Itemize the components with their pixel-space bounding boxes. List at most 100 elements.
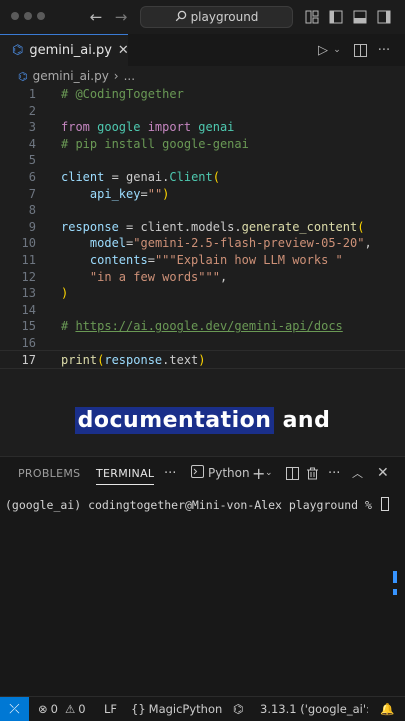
code-line[interactable]: 11 contents="""Explain how LLM works " <box>0 252 405 269</box>
code-line[interactable]: 5 <box>0 152 405 169</box>
close-tab-icon[interactable]: ✕ <box>118 43 129 58</box>
language-mode[interactable]: {} MagicPython <box>131 697 222 721</box>
code-token: https://ai.google.dev/gemini-api/docs <box>75 319 343 334</box>
code-token: = <box>147 253 155 267</box>
error-icon: ⊗ <box>38 702 48 716</box>
trash-icon[interactable] <box>306 463 319 483</box>
tab-gemini-ai-py[interactable]: ⌬ gemini_ai.py ✕ <box>0 34 129 66</box>
line-number: 7 <box>28 186 36 201</box>
line-number: 11 <box>21 253 36 267</box>
code-text: client = genai.Client( <box>61 169 220 186</box>
forward-arrow-icon[interactable]: → <box>111 7 131 27</box>
remote-indicator-icon[interactable]: ⤫ <box>0 697 29 721</box>
code-text: print(response.text) <box>61 352 206 369</box>
code-token: google <box>97 120 148 135</box>
code-line[interactable]: 4 # pip install google-genai <box>0 136 405 153</box>
code-line[interactable]: 7 api_key="") <box>0 186 405 203</box>
window-minimize-dot[interactable] <box>24 12 32 20</box>
code-line[interactable]: 3 from google import genai <box>0 119 405 136</box>
language-label: MagicPython <box>148 702 223 716</box>
code-text: api_key="") <box>61 186 170 203</box>
code-token: ) <box>198 352 206 367</box>
line-number: 2 <box>28 103 36 118</box>
terminal-output[interactable]: (google_ai) codingtogether@Mini-von-Alex… <box>5 497 389 512</box>
new-terminal-icon[interactable]: + <box>252 463 265 483</box>
line-number: 14 <box>21 302 36 317</box>
code-text: # @CodingTogether <box>61 86 184 103</box>
run-options-chevron-icon[interactable]: ⌄ <box>332 40 342 60</box>
toggle-panel-icon[interactable] <box>352 7 368 27</box>
code-token: response <box>104 352 163 367</box>
panel-more-icon[interactable]: ··· <box>164 463 176 483</box>
code-token: """Explain how LLM works " <box>154 253 343 267</box>
caption-highlight: documentation <box>74 407 275 434</box>
line-number: 12 <box>21 269 36 284</box>
breadcrumb-file[interactable]: gemini_ai.py <box>33 69 109 83</box>
code-token: Client <box>169 170 213 184</box>
tab-label: gemini_ai.py <box>29 43 112 58</box>
code-line[interactable]: 8 <box>0 202 405 219</box>
search-text: playground <box>190 10 259 24</box>
code-token: print <box>61 352 98 367</box>
window-zoom-dot[interactable] <box>37 12 45 20</box>
code-line[interactable]: 2 <box>0 103 405 120</box>
code-token: "" <box>147 186 163 201</box>
tab-terminal[interactable]: TERMINAL <box>96 467 155 485</box>
error-count: 0 <box>50 702 58 716</box>
line-number: 3 <box>28 120 36 135</box>
code-text: model="gemini-2.5-flash-preview-05-20", <box>61 235 372 252</box>
notifications-bell-icon[interactable]: 🔔 <box>380 697 394 721</box>
toggle-primary-sidebar-icon[interactable] <box>328 7 344 27</box>
code-line[interactable]: 1 # @CodingTogether <box>0 86 405 103</box>
code-line[interactable]: 17 print(response.text) <box>0 352 405 369</box>
back-arrow-icon[interactable]: ← <box>86 7 106 27</box>
code-token: "gemini-2.5-flash-preview-05-20" <box>133 236 365 251</box>
code-line[interactable]: 16 <box>0 335 405 352</box>
new-terminal-chevron-icon[interactable]: ⌄ <box>265 463 273 483</box>
panel-more-actions-icon[interactable]: ··· <box>328 463 340 483</box>
close-panel-icon[interactable]: ✕ <box>377 463 389 483</box>
code-line[interactable]: 13) <box>0 285 405 302</box>
code-token: genai <box>198 120 235 135</box>
line-number: 4 <box>28 136 36 151</box>
code-token: "in a few words""" <box>61 269 220 284</box>
eol-indicator[interactable]: LF <box>104 697 117 721</box>
code-line[interactable]: 15 # https://ai.google.dev/gemini-api/doc… <box>0 318 405 335</box>
code-token: from <box>61 120 98 135</box>
status-bar: ⤫ ⊗ 0 ⚠ 0 LF {} MagicPython ⌬ 3.13.1 ('g… <box>0 696 405 721</box>
code-text: # https://ai.google.dev/gemini-api/docs <box>61 318 343 335</box>
code-line[interactable]: 12 "in a few words""", <box>0 269 405 286</box>
toggle-secondary-sidebar-icon[interactable] <box>376 7 392 27</box>
code-text: from google import genai <box>61 119 234 136</box>
split-terminal-icon[interactable] <box>286 463 299 483</box>
code-token: .text <box>162 352 199 367</box>
run-python-file-icon[interactable]: ▷ <box>316 40 330 60</box>
python-interpreter[interactable]: 3.13.1 ('google_ai': venv) <box>260 697 368 721</box>
code-text: contents="""Explain how LLM works " <box>61 252 343 269</box>
more-actions-icon[interactable]: ··· <box>376 40 392 60</box>
code-line[interactable]: 6 client = genai.Client( <box>0 169 405 186</box>
code-editor[interactable]: 1 # @CodingTogether 2 3 from google import g… <box>0 86 405 456</box>
terminal-shell-selector[interactable]: Python <box>191 463 250 483</box>
code-line[interactable]: 10 model="gemini-2.5-flash-preview-05-20… <box>0 235 405 252</box>
code-line[interactable]: 9 response = client.models.generate_conte… <box>0 219 405 236</box>
code-token: response <box>61 219 119 234</box>
window-close-dot[interactable] <box>11 12 19 20</box>
python-file-icon: ⌬ <box>18 69 28 83</box>
customize-layout-icon[interactable] <box>304 7 320 27</box>
code-line[interactable]: 14 <box>0 302 405 319</box>
tab-problems[interactable]: PROBLEMS <box>18 467 80 480</box>
breadcrumb-more[interactable]: ... <box>124 69 135 83</box>
command-center-search[interactable]: playground <box>140 6 293 28</box>
split-editor-icon[interactable] <box>352 40 368 60</box>
python-extension-icon[interactable]: ⌬ <box>233 697 243 721</box>
line-number: 15 <box>21 319 36 334</box>
video-caption: documentation and <box>0 407 405 434</box>
maximize-panel-icon[interactable]: ︿ <box>352 463 363 483</box>
search-icon <box>175 10 187 25</box>
code-text: ) <box>61 285 68 302</box>
line-number: 10 <box>21 236 36 251</box>
problems-status[interactable]: ⊗ 0 ⚠ 0 <box>38 697 86 721</box>
title-bar: ← → playground <box>0 0 405 34</box>
code-token: , <box>364 236 372 251</box>
